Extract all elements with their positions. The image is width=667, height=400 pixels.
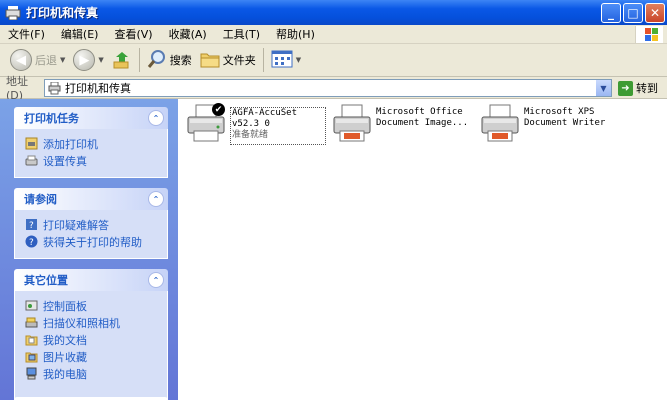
see-also-header[interactable]: 请参阅 ⌃ — [14, 188, 168, 210]
printer-item[interactable]: ✔ AGFA-AccuSet v52.3 0 准备就绪 — [184, 101, 326, 145]
fax-icon — [25, 154, 38, 167]
other-places-panel: 其它位置 ⌃ 控制面板 扫描仪和照相机 我的文档 图片收藏 我的电脑 — [14, 269, 168, 400]
documents-folder-icon — [25, 333, 38, 346]
folders-button[interactable]: 文件夹 — [196, 47, 260, 73]
collapse-icon[interactable]: ⌃ — [148, 272, 164, 288]
address-label: 地址(D) — [6, 75, 28, 102]
address-dropdown-button[interactable]: ▼ — [596, 80, 611, 96]
folder-icon — [200, 50, 220, 71]
printer-icon: ✔ — [184, 101, 228, 145]
collapse-icon[interactable]: ⌃ — [148, 191, 164, 207]
search-button[interactable]: 搜索 — [143, 47, 196, 73]
my-computer-link[interactable]: 我的电脑 — [25, 365, 159, 382]
pictures-folder-icon — [25, 350, 38, 363]
printers-list: ✔ AGFA-AccuSet v52.3 0 准备就绪 Microsoft Of… — [178, 99, 667, 400]
printer-folder-icon — [48, 81, 61, 95]
computer-icon — [25, 367, 38, 380]
windows-logo-icon — [635, 26, 663, 43]
menu-view[interactable]: 查看(V) — [106, 26, 160, 42]
menu-tools[interactable]: 工具(T) — [215, 26, 268, 42]
help-icon: ? — [25, 235, 38, 248]
address-input[interactable]: 打印机和传真 ▼ — [44, 79, 612, 97]
printer-item[interactable]: Microsoft Office Document Image... — [330, 101, 470, 145]
printer-label: Microsoft Office Document Image... — [376, 107, 470, 145]
views-button[interactable]: ▼ — [267, 47, 305, 73]
printer-item[interactable]: Microsoft XPS Document Writer — [478, 101, 614, 145]
minimize-button[interactable]: _ — [601, 3, 621, 23]
address-bar: 地址(D) 打印机和传真 ▼ ➜ 转到 — [0, 75, 667, 102]
up-folder-icon — [112, 49, 132, 72]
title-bar: 打印机和传真 _ □ ✕ — [0, 0, 667, 25]
chevron-down-icon: ▼ — [295, 56, 302, 64]
my-documents-link[interactable]: 我的文档 — [25, 331, 159, 348]
scanner-icon — [25, 316, 38, 329]
menu-file[interactable]: 文件(F) — [0, 26, 53, 42]
default-printer-check-icon: ✔ — [212, 103, 225, 116]
menu-favorites[interactable]: 收藏(A) — [161, 26, 215, 42]
maximize-button[interactable]: □ — [623, 3, 643, 23]
up-folder-button[interactable] — [108, 47, 136, 73]
printer-name: Microsoft Office Document Image... — [376, 107, 469, 128]
help-book-icon: ? — [25, 218, 38, 231]
printer-icon — [330, 101, 374, 145]
collapse-icon[interactable]: ⌃ — [148, 110, 164, 126]
printer-label: Microsoft XPS Document Writer — [524, 107, 614, 145]
search-icon — [147, 49, 167, 72]
forward-arrow-icon: ▶ — [73, 49, 96, 71]
control-panel-link[interactable]: 控制面板 — [25, 297, 159, 314]
scanners-cameras-link[interactable]: 扫描仪和照相机 — [25, 314, 159, 331]
see-also-panel: 请参阅 ⌃ ? 打印疑难解答 ? 获得关于打印的帮助 — [14, 188, 168, 259]
printer-icon — [478, 101, 522, 145]
menu-bar: 文件(F) 编辑(E) 查看(V) 收藏(A) 工具(T) 帮助(H) — [0, 25, 667, 44]
printer-name: AGFA-AccuSet v52.3 0 — [232, 108, 298, 129]
my-pictures-link[interactable]: 图片收藏 — [25, 348, 159, 365]
chevron-down-icon: ▼ — [60, 56, 66, 64]
toolbar-separator — [262, 48, 264, 72]
control-panel-icon — [25, 299, 38, 312]
toolbar-separator — [138, 48, 140, 72]
printer-status: 准备就绪 — [232, 130, 269, 140]
svg-text:?: ? — [29, 238, 34, 248]
other-places-header[interactable]: 其它位置 ⌃ — [14, 269, 168, 291]
back-arrow-icon: ◀ — [10, 49, 32, 71]
printing-help-link[interactable]: ? 获得关于打印的帮助 — [25, 233, 159, 250]
views-icon — [271, 50, 293, 71]
window-title: 打印机和传真 — [26, 6, 99, 20]
close-button[interactable]: ✕ — [645, 3, 665, 23]
menu-edit[interactable]: 编辑(E) — [53, 26, 107, 42]
printer-name: Microsoft XPS Document Writer — [524, 107, 606, 128]
add-printer-icon — [25, 137, 38, 150]
printing-troubleshooter-link[interactable]: ? 打印疑难解答 — [25, 216, 159, 233]
printer-folder-icon — [5, 5, 21, 20]
go-arrow-icon: ➜ — [618, 80, 633, 96]
forward-button[interactable]: ▶ ▼ — [69, 47, 107, 73]
printer-tasks-panel: 打印机任务 ⌃ 添加打印机 设置传真 — [14, 107, 168, 178]
printer-label: AGFA-AccuSet v52.3 0 准备就绪 — [230, 107, 326, 145]
address-value: 打印机和传真 — [65, 82, 131, 95]
printer-tasks-header[interactable]: 打印机任务 ⌃ — [14, 107, 168, 129]
toolbar: ◀ 后退 ▼ ▶ ▼ 搜索 文件夹 ▼ — [0, 44, 667, 77]
task-pane: 打印机任务 ⌃ 添加打印机 设置传真 请参阅 ⌃ ? 打印疑难解答 ? 获得关于… — [0, 99, 178, 400]
svg-text:?: ? — [29, 221, 34, 231]
set-up-fax-link[interactable]: 设置传真 — [25, 152, 159, 169]
go-button[interactable]: ➜ 转到 — [618, 80, 658, 96]
chevron-down-icon: ▼ — [98, 56, 104, 64]
back-button[interactable]: ◀ 后退 ▼ — [6, 47, 69, 73]
add-printer-link[interactable]: 添加打印机 — [25, 135, 159, 152]
menu-help[interactable]: 帮助(H) — [268, 26, 323, 42]
